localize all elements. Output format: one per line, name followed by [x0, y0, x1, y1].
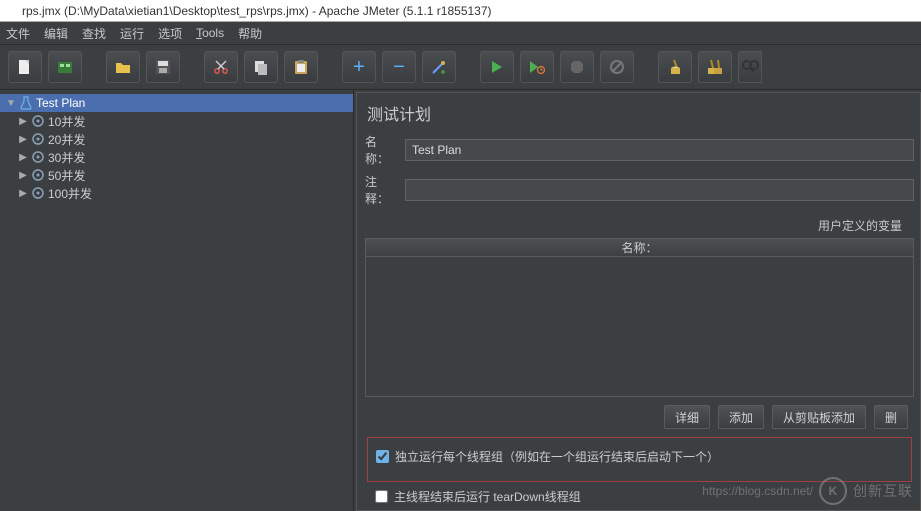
menu-tools[interactable]: Tools [196, 26, 224, 40]
run-groups-consecutively-row[interactable]: 独立运行每个线程组（例如在一个组运行结束后启动下一个） [376, 448, 903, 465]
teardown-row[interactable]: 主线程结束后运行 tearDown线程组 [365, 482, 914, 505]
open-button[interactable] [106, 51, 140, 83]
detail-button[interactable]: 详细 [664, 405, 710, 429]
tree-item-30[interactable]: ▶ 30并发 [0, 148, 353, 166]
tree-item-label: 50并发 [48, 167, 85, 184]
search-button[interactable] [738, 51, 762, 83]
thread-group-icon [31, 168, 45, 182]
tree-root-label: Test Plan [36, 96, 85, 110]
clear-button[interactable] [658, 51, 692, 83]
thread-group-icon [31, 186, 45, 200]
add-button[interactable]: 添加 [718, 405, 764, 429]
tree-item-20[interactable]: ▶ 20并发 [0, 130, 353, 148]
vars-table-header: 名称： [365, 238, 914, 257]
delete-button[interactable]: 删 [874, 405, 908, 429]
twisty-right-icon[interactable]: ▶ [18, 134, 28, 145]
tree-item-100[interactable]: ▶ 100并发 [0, 184, 353, 202]
jmeter-app-icon [4, 4, 18, 18]
thread-group-icon [31, 114, 45, 128]
teardown-label: 主线程结束后运行 tearDown线程组 [394, 488, 581, 505]
name-input[interactable] [405, 139, 914, 161]
twisty-right-icon[interactable]: ▶ [18, 188, 28, 199]
config-panel: 测试计划 名称： 注释： 用户定义的变量 名称： 详细 添加 从剪贴板添加 删 [354, 90, 921, 511]
comment-row: 注释： [365, 173, 914, 207]
name-label: 名称： [365, 133, 399, 167]
expand-button[interactable]: + [342, 51, 376, 83]
run-groups-consecutively-checkbox[interactable] [376, 450, 389, 463]
tree-root-test-plan[interactable]: ▼ Test Plan [0, 94, 353, 112]
paste-button[interactable] [284, 51, 318, 83]
window-titlebar: rps.jmx (D:\MyData\xietian1\Desktop\test… [0, 0, 921, 22]
menu-search[interactable]: 查找 [82, 25, 106, 42]
start-no-timers-button[interactable] [520, 51, 554, 83]
cut-button[interactable] [204, 51, 238, 83]
twisty-right-icon[interactable]: ▶ [18, 116, 28, 127]
comment-label: 注释： [365, 173, 399, 207]
test-plan-tree[interactable]: ▼ Test Plan ▶ 10并发 ▶ 20并发 ▶ 30并发 [0, 90, 354, 511]
collapse-button[interactable]: − [382, 51, 416, 83]
teardown-checkbox[interactable] [375, 490, 388, 503]
toggle-button[interactable] [422, 51, 456, 83]
test-plan-icon [19, 96, 33, 110]
thread-group-icon [31, 150, 45, 164]
toolbar: + − [0, 44, 921, 90]
tree-item-label: 20并发 [48, 131, 85, 148]
vars-col-name: 名称： [621, 239, 657, 256]
templates-button[interactable] [48, 51, 82, 83]
menubar: 文件 编辑 查找 运行 选项 Tools 帮助 [0, 22, 921, 44]
comment-input[interactable] [405, 179, 914, 201]
start-button[interactable] [480, 51, 514, 83]
shutdown-button[interactable] [600, 51, 634, 83]
window-title: rps.jmx (D:\MyData\xietian1\Desktop\test… [22, 4, 492, 18]
stop-button[interactable] [560, 51, 594, 83]
copy-button[interactable] [244, 51, 278, 83]
clear-all-button[interactable] [698, 51, 732, 83]
twisty-right-icon[interactable]: ▶ [18, 170, 28, 181]
name-row: 名称： [365, 133, 914, 167]
main-body: ▼ Test Plan ▶ 10并发 ▶ 20并发 ▶ 30并发 [0, 90, 921, 511]
tree-item-50[interactable]: ▶ 50并发 [0, 166, 353, 184]
tree-item-label: 10并发 [48, 113, 85, 130]
add-from-clipboard-button[interactable]: 从剪贴板添加 [772, 405, 866, 429]
twisty-right-icon[interactable]: ▶ [18, 152, 28, 163]
run-groups-consecutively-label: 独立运行每个线程组（例如在一个组运行结束后启动下一个） [395, 448, 719, 465]
menu-edit[interactable]: 编辑 [44, 25, 68, 42]
twisty-down-icon[interactable]: ▼ [6, 98, 16, 109]
menu-options[interactable]: 选项 [158, 25, 182, 42]
panel-title: 测试计划 [367, 101, 914, 125]
vars-button-row: 详细 添加 从剪贴板添加 删 [365, 397, 914, 437]
tree-item-10[interactable]: ▶ 10并发 [0, 112, 353, 130]
highlighted-checkbox-section: 独立运行每个线程组（例如在一个组运行结束后启动下一个） [367, 437, 912, 482]
new-button[interactable] [8, 51, 42, 83]
tree-item-label: 100并发 [48, 185, 92, 202]
menu-file[interactable]: 文件 [6, 25, 30, 42]
menu-run[interactable]: 运行 [120, 25, 144, 42]
thread-group-icon [31, 132, 45, 146]
menu-help[interactable]: 帮助 [238, 25, 262, 42]
vars-table-body[interactable] [365, 257, 914, 397]
save-button[interactable] [146, 51, 180, 83]
user-vars-title: 用户定义的变量 [365, 217, 914, 234]
tree-item-label: 30并发 [48, 149, 85, 166]
